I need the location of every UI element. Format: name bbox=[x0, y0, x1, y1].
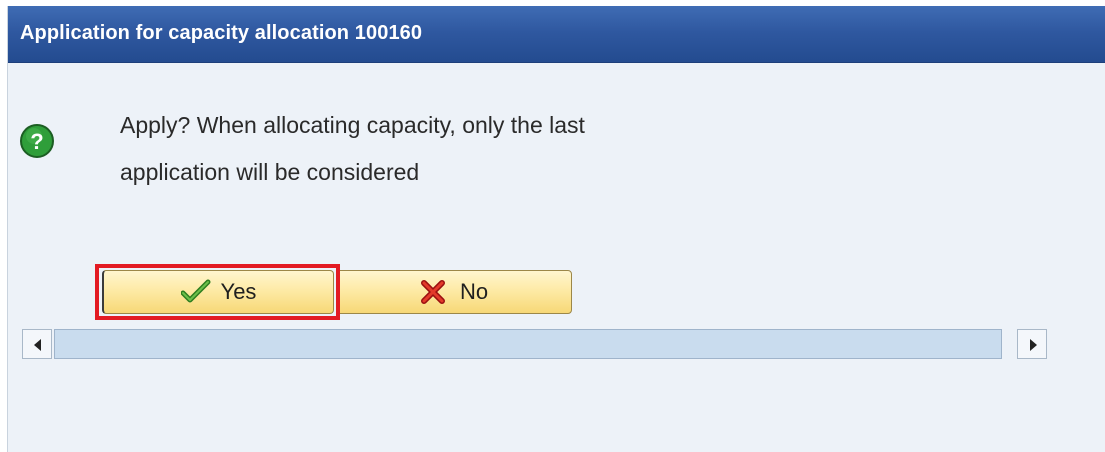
dialog-titlebar: Application for capacity allocation 1001… bbox=[8, 6, 1105, 63]
no-button[interactable]: No bbox=[336, 270, 572, 314]
no-button-label: No bbox=[459, 279, 489, 304]
svg-text:?: ? bbox=[30, 129, 43, 154]
message-line-2: application will be considered bbox=[120, 159, 420, 185]
message-line-1: Apply? When allocating capacity, only th… bbox=[120, 112, 585, 138]
arrow-left-icon bbox=[34, 339, 41, 351]
arrow-right-icon bbox=[1030, 339, 1037, 351]
cross-icon bbox=[420, 279, 450, 305]
checkmark-icon bbox=[180, 279, 211, 305]
yes-button-label: Yes bbox=[220, 279, 257, 304]
confirmation-dialog: Application for capacity allocation 1001… bbox=[7, 6, 1105, 452]
dialog-title: Application for capacity allocation 1001… bbox=[20, 22, 423, 44]
scrollbar-track[interactable] bbox=[54, 329, 1002, 359]
horizontal-scrollbar[interactable] bbox=[22, 329, 1047, 359]
scroll-right-button[interactable] bbox=[1017, 329, 1047, 359]
yes-button[interactable]: Yes bbox=[102, 270, 334, 314]
question-icon: ? bbox=[20, 124, 54, 158]
scroll-left-button[interactable] bbox=[22, 329, 52, 359]
dialog-message: Apply? When allocating capacity, only th… bbox=[120, 102, 740, 196]
